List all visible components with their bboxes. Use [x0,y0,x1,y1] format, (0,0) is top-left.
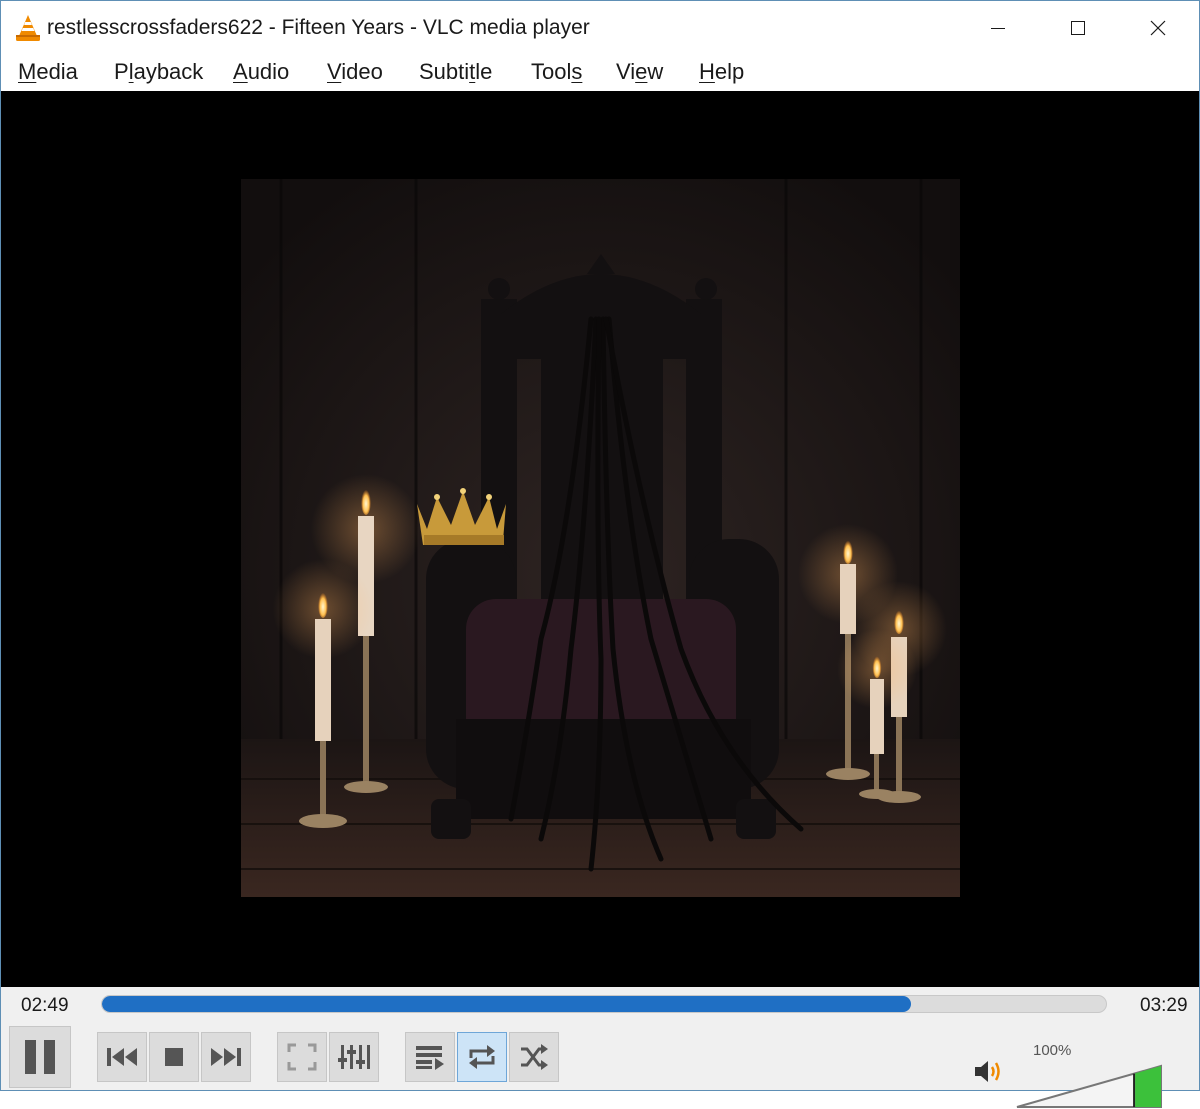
pause-icon [25,1040,55,1074]
seek-row: 02:49 03:29 [1,987,1199,1025]
fullscreen-button[interactable] [277,1032,327,1082]
loop-icon [469,1045,495,1069]
minimize-icon [991,28,1005,29]
window-title: restlesscrossfaders622 - Fifteen Years -… [47,16,590,39]
close-icon [1150,20,1166,36]
close-button[interactable] [1118,1,1198,55]
volume-speaker-icon[interactable] [973,1057,1005,1085]
stop-icon [165,1048,183,1066]
next-button[interactable] [201,1032,251,1082]
volume-slider[interactable] [1015,1063,1163,1109]
volume-percent-label: 100% [1033,1042,1072,1059]
menu-audio[interactable]: Audio [233,59,289,85]
stop-button[interactable] [149,1032,199,1082]
menu-help[interactable]: Help [699,59,744,85]
playlist-button[interactable] [405,1032,455,1082]
menu-bar: Media Playback Audio Video Subtitle Tool… [1,55,1199,91]
title-bar[interactable]: restlesscrossfaders622 - Fifteen Years -… [1,1,1199,55]
playlist-icon [416,1046,444,1070]
loop-button[interactable] [457,1032,507,1082]
fullscreen-icon [287,1043,317,1071]
menu-tools[interactable]: Tools [531,59,582,85]
vlc-window: restlesscrossfaders622 - Fifteen Years -… [0,0,1200,1108]
previous-icon [107,1048,137,1066]
next-icon [211,1048,241,1066]
album-art [241,179,960,897]
seek-bar-fill [102,996,912,1012]
menu-subtitle[interactable]: Subtitle [419,59,492,85]
extended-settings-button[interactable] [329,1032,379,1082]
menu-media[interactable]: Media [18,59,78,85]
previous-button[interactable] [97,1032,147,1082]
shuffle-button[interactable] [509,1032,559,1082]
controls-bar: 100% [1,1025,1199,1108]
seek-bar[interactable] [101,995,1107,1013]
vlc-cone-icon [16,15,40,41]
maximize-icon [1071,21,1085,35]
minimize-button[interactable] [958,1,1038,55]
extended-settings-icon [338,1045,370,1069]
menu-video[interactable]: Video [327,59,383,85]
elapsed-time: 02:49 [21,995,69,1016]
pause-button[interactable] [9,1026,71,1088]
total-time[interactable]: 03:29 [1140,995,1188,1017]
maximize-button[interactable] [1038,1,1118,55]
video-area[interactable] [1,91,1199,987]
shuffle-icon [521,1044,548,1070]
menu-view[interactable]: View [616,59,663,85]
menu-playback[interactable]: Playback [114,59,203,85]
